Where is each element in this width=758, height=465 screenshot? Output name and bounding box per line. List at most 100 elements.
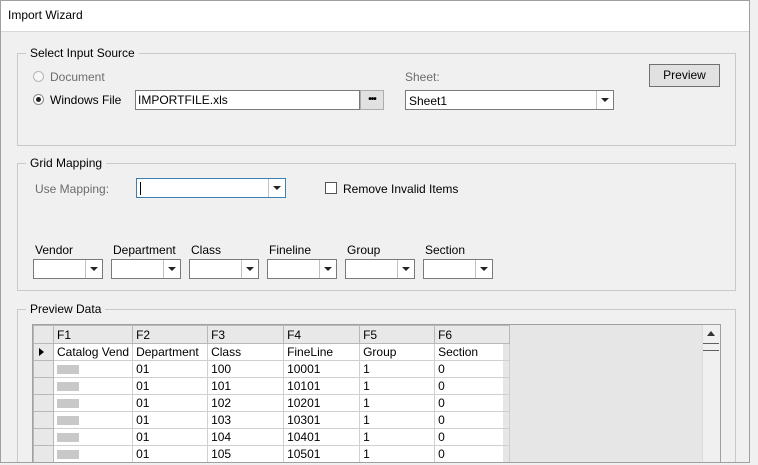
chevron-down-icon[interactable] [241, 260, 258, 278]
section-select[interactable] [423, 259, 493, 279]
class-label: Class [191, 243, 222, 257]
table-cell[interactable] [52, 394, 134, 412]
table-cell[interactable]: 1 [359, 428, 436, 446]
preview-grid[interactable]: F1 F2 F3 F4 F5 F6 Catalog Vend Departmen… [32, 324, 721, 462]
table-cell[interactable]: Department [132, 343, 209, 361]
grid-empty-area [503, 325, 703, 462]
table-cell[interactable]: 10001 [283, 360, 361, 378]
table-row[interactable]: 01 103 10301 1 0 [33, 411, 511, 429]
redacted-value [57, 382, 79, 392]
table-cell[interactable]: 103 [207, 411, 285, 429]
browse-button[interactable]: ••• [360, 90, 384, 110]
table-row[interactable]: 01 105 10501 1 0 [33, 445, 511, 462]
preview-data-title: Preview Data [26, 302, 106, 316]
file-path-input[interactable]: IMPORTFILE.xls [135, 90, 360, 110]
vertical-scrollbar[interactable] [702, 325, 720, 462]
preview-table: F1 F2 F3 F4 F5 F6 Catalog Vend Departmen… [33, 325, 511, 462]
table-row[interactable]: 01 104 10401 1 0 [33, 428, 511, 446]
table-row[interactable]: 01 100 10001 1 0 [33, 360, 511, 378]
table-cell[interactable] [52, 445, 134, 462]
document-radio[interactable] [33, 71, 44, 82]
table-cell[interactable]: 1 [359, 394, 436, 412]
current-row-icon [39, 348, 44, 356]
table-cell[interactable]: 10301 [283, 411, 361, 429]
table-cell[interactable] [52, 411, 134, 429]
remove-invalid-checkbox[interactable] [325, 182, 337, 194]
table-cell[interactable]: 10101 [283, 377, 361, 395]
table-row[interactable]: 01 101 10101 1 0 [33, 377, 511, 395]
table-cell[interactable]: 0 [434, 428, 511, 446]
column-header[interactable]: F6 [434, 325, 511, 344]
table-cell[interactable]: FineLine [283, 343, 361, 361]
table-cell[interactable] [52, 377, 134, 395]
table-cell[interactable]: Group [359, 343, 436, 361]
preview-button[interactable]: Preview [649, 64, 720, 87]
chevron-down-icon[interactable] [596, 91, 613, 109]
table-cell[interactable]: 0 [434, 377, 511, 395]
table-cell[interactable]: 01 [132, 377, 209, 395]
table-cell[interactable]: Section [434, 343, 511, 361]
row-header[interactable] [33, 360, 54, 378]
import-wizard-window: Import Wizard Select Input Source Docume… [0, 0, 750, 463]
windows-file-radio[interactable] [33, 94, 44, 105]
scroll-thumb[interactable] [703, 343, 719, 351]
row-header[interactable] [33, 377, 54, 395]
table-cell[interactable]: 1 [359, 360, 436, 378]
table-cell[interactable]: 01 [132, 411, 209, 429]
table-cell[interactable]: Catalog Vend [52, 343, 134, 361]
table-cell[interactable]: 01 [132, 394, 209, 412]
group-select[interactable] [345, 259, 415, 279]
table-row[interactable]: Catalog Vend Department Class FineLine G… [33, 343, 511, 361]
use-mapping-select[interactable] [136, 178, 286, 198]
table-cell[interactable] [52, 360, 134, 378]
table-cell[interactable]: 102 [207, 394, 285, 412]
table-cell[interactable]: 100 [207, 360, 285, 378]
table-cell[interactable]: 10401 [283, 428, 361, 446]
column-header[interactable]: F2 [132, 325, 209, 344]
row-header-current[interactable] [33, 343, 54, 361]
table-cell[interactable]: 105 [207, 445, 285, 462]
department-label: Department [113, 243, 176, 257]
table-cell[interactable]: 10501 [283, 445, 361, 462]
class-select[interactable] [189, 259, 259, 279]
table-cell[interactable]: 1 [359, 377, 436, 395]
redacted-value [57, 399, 79, 409]
fineline-select[interactable] [267, 259, 337, 279]
row-header[interactable] [33, 394, 54, 412]
table-cell[interactable]: 101 [207, 377, 285, 395]
sheet-label: Sheet: [405, 70, 440, 84]
table-cell[interactable] [52, 428, 134, 446]
table-cell[interactable]: Class [207, 343, 285, 361]
table-row[interactable]: 01 102 10201 1 0 [33, 394, 511, 412]
chevron-down-icon[interactable] [268, 179, 285, 197]
column-header[interactable]: F4 [283, 325, 361, 344]
chevron-down-icon[interactable] [397, 260, 414, 278]
scroll-up-icon[interactable] [707, 331, 715, 336]
table-cell[interactable]: 1 [359, 411, 436, 429]
vendor-select[interactable] [33, 259, 103, 279]
sheet-select[interactable]: Sheet1 [405, 90, 614, 110]
table-cell[interactable]: 0 [434, 445, 511, 462]
table-cell[interactable]: 01 [132, 428, 209, 446]
table-cell[interactable]: 0 [434, 394, 511, 412]
table-cell[interactable]: 01 [132, 360, 209, 378]
chevron-down-icon[interactable] [163, 260, 180, 278]
table-cell[interactable]: 104 [207, 428, 285, 446]
table-cell[interactable]: 01 [132, 445, 209, 462]
redacted-value [57, 416, 79, 426]
row-header[interactable] [33, 411, 54, 429]
column-header[interactable]: F3 [207, 325, 285, 344]
table-cell[interactable]: 1 [359, 445, 436, 462]
department-select[interactable] [111, 259, 181, 279]
column-header[interactable]: F5 [359, 325, 436, 344]
column-header[interactable]: F1 [52, 325, 134, 344]
table-cell[interactable]: 0 [434, 411, 511, 429]
row-header[interactable] [33, 428, 54, 446]
table-cell[interactable]: 10201 [283, 394, 361, 412]
chevron-down-icon[interactable] [85, 260, 102, 278]
redacted-value [57, 433, 79, 443]
row-header[interactable] [33, 445, 54, 462]
table-cell[interactable]: 0 [434, 360, 511, 378]
chevron-down-icon[interactable] [319, 260, 336, 278]
chevron-down-icon[interactable] [475, 260, 492, 278]
